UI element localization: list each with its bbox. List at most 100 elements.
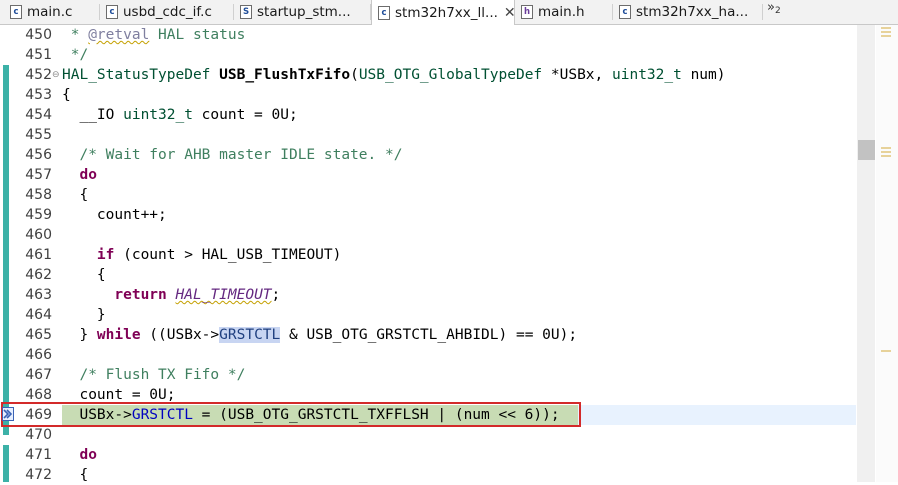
code-line[interactable]: {: [62, 265, 106, 285]
code-token: */: [62, 47, 89, 63]
line-number: 470: [25, 427, 52, 443]
overview-marker[interactable]: [881, 31, 891, 33]
code-line[interactable]: do: [62, 445, 97, 465]
code-line[interactable]: * @retval HAL status: [62, 25, 246, 45]
line-number: 456: [25, 147, 52, 163]
code-token: /* Wait for AHB master IDLE state. */: [62, 147, 403, 163]
code-token: __IO: [62, 107, 124, 123]
c-file-icon: c: [10, 5, 22, 19]
tab-label: stm32h7xx_ha...: [636, 4, 749, 20]
code-token: HAL_StatusTypeDef: [62, 67, 211, 83]
code-line[interactable]: /* Wait for AHB master IDLE state. */: [62, 145, 402, 165]
code-token: uint32_t: [123, 107, 193, 123]
tab-main-c[interactable]: c main.c: [4, 0, 100, 24]
code-token: @retval: [88, 27, 150, 43]
tab-usbd-cdc-if-c[interactable]: c usbd_cdc_if.c: [100, 0, 234, 24]
code-token: num): [681, 67, 726, 83]
code-token: do: [62, 447, 97, 463]
tab-stm32h7xx-ll[interactable]: c stm32h7xx_ll... ✕: [371, 0, 515, 25]
code-token: GRSTCTL: [219, 327, 281, 343]
code-token: USB_OTG_GlobalTypeDef: [358, 67, 543, 83]
annotation-highlight-box: [1, 402, 581, 427]
line-number: 459: [25, 207, 52, 223]
tab-label: main.c: [27, 4, 73, 20]
tab-main-h[interactable]: h main.h: [515, 0, 613, 24]
overview-marker[interactable]: [881, 35, 891, 37]
code-line[interactable]: /* Flush TX Fifo */: [62, 365, 245, 385]
code-token: {: [62, 87, 71, 103]
code-token: while: [96, 327, 141, 343]
overview-ruler[interactable]: [876, 25, 898, 482]
code-line[interactable]: __IO uint32_t count = 0U;: [62, 105, 298, 125]
code-line[interactable]: if (count > HAL_USB_TIMEOUT): [62, 245, 341, 265]
code-token: count = 0U;: [192, 107, 298, 123]
overview-marker[interactable]: [881, 155, 891, 157]
code-line[interactable]: do: [62, 165, 97, 185]
code-line[interactable]: HAL_StatusTypeDef USB_FlushTxFifo(USB_OT…: [62, 65, 726, 85]
code-token: (: [350, 67, 359, 83]
code-line[interactable]: {: [62, 85, 71, 105]
change-ruler-band: [3, 65, 9, 435]
line-number: 453: [25, 87, 52, 103]
tab-separator: [762, 4, 763, 20]
line-number: 464: [25, 307, 52, 323]
line-number: 457: [25, 167, 52, 183]
line-number: 467: [25, 367, 52, 383]
code-editor[interactable]: 450 * @retval HAL status 451 */ 452 ⊖ HAL_St…: [0, 25, 898, 485]
line-number: 454: [25, 107, 52, 123]
fold-toggle-icon[interactable]: ⊖: [52, 65, 61, 85]
code-token: }: [62, 307, 106, 323]
code-token: HAL_TIMEOUT: [175, 287, 272, 303]
line-number: 452: [25, 67, 52, 83]
code-token: {: [62, 267, 106, 283]
code-token: *: [62, 27, 89, 43]
code-token: count++;: [62, 207, 167, 223]
overview-marker[interactable]: [881, 151, 891, 153]
line-number: 462: [25, 267, 52, 283]
line-number: 460: [25, 227, 52, 243]
code-token: {: [62, 187, 89, 203]
code-token: USB_FlushTxFifo: [210, 67, 351, 83]
editor-tab-bar: c main.c c usbd_cdc_if.c Sstartup_stm... c stm…: [0, 0, 898, 25]
line-number: 463: [25, 287, 52, 303]
line-number: 451: [25, 47, 52, 63]
tab-overflow-chevron-icon: »: [767, 0, 775, 15]
code-token: }: [62, 327, 97, 343]
code-line[interactable]: } while ((USBx->GRSTCTL & USB_OTG_GRSTCT…: [62, 325, 577, 345]
line-number: 450: [25, 27, 52, 43]
code-token: return: [62, 287, 167, 303]
vertical-scrollbar[interactable]: [857, 25, 875, 482]
code-token: count = 0U;: [62, 387, 176, 403]
code-token: HAL status: [149, 27, 246, 43]
s-file-icon: S: [240, 5, 252, 19]
line-number: 466: [25, 347, 52, 363]
c-file-icon: c: [378, 5, 390, 20]
code-line[interactable]: count++;: [62, 205, 167, 225]
code-line[interactable]: return HAL_TIMEOUT;: [62, 285, 280, 305]
close-icon[interactable]: ✕: [504, 5, 514, 21]
overview-marker[interactable]: [881, 350, 891, 352]
code-line[interactable]: {: [62, 185, 88, 205]
change-ruler-band: [3, 445, 9, 482]
code-line[interactable]: {: [62, 465, 88, 485]
code-line[interactable]: }: [62, 305, 106, 325]
code-line[interactable]: */: [62, 45, 88, 65]
tab-overflow-button[interactable]: » 2: [767, 0, 781, 22]
overview-marker[interactable]: [881, 147, 891, 149]
tab-startup-stm[interactable]: Sstartup_stm...: [234, 0, 371, 24]
code-token: ;: [271, 287, 281, 303]
code-token: ((USBx->: [140, 327, 220, 343]
code-token: (count > HAL_USB_TIMEOUT): [114, 247, 342, 263]
code-token: do: [62, 167, 97, 183]
line-number: 458: [25, 187, 52, 203]
tab-stm32h7xx-ha[interactable]: c stm32h7xx_ha...: [613, 0, 763, 24]
scrollbar-thumb[interactable]: [858, 140, 875, 160]
tab-label: main.h: [538, 4, 585, 20]
line-number: 465: [25, 327, 52, 343]
code-token: uint32_t: [612, 67, 682, 83]
overview-marker[interactable]: [881, 27, 891, 29]
c-file-icon: c: [106, 5, 118, 19]
line-number: 472: [25, 467, 52, 483]
code-token: /* Flush TX Fifo */: [62, 367, 246, 383]
